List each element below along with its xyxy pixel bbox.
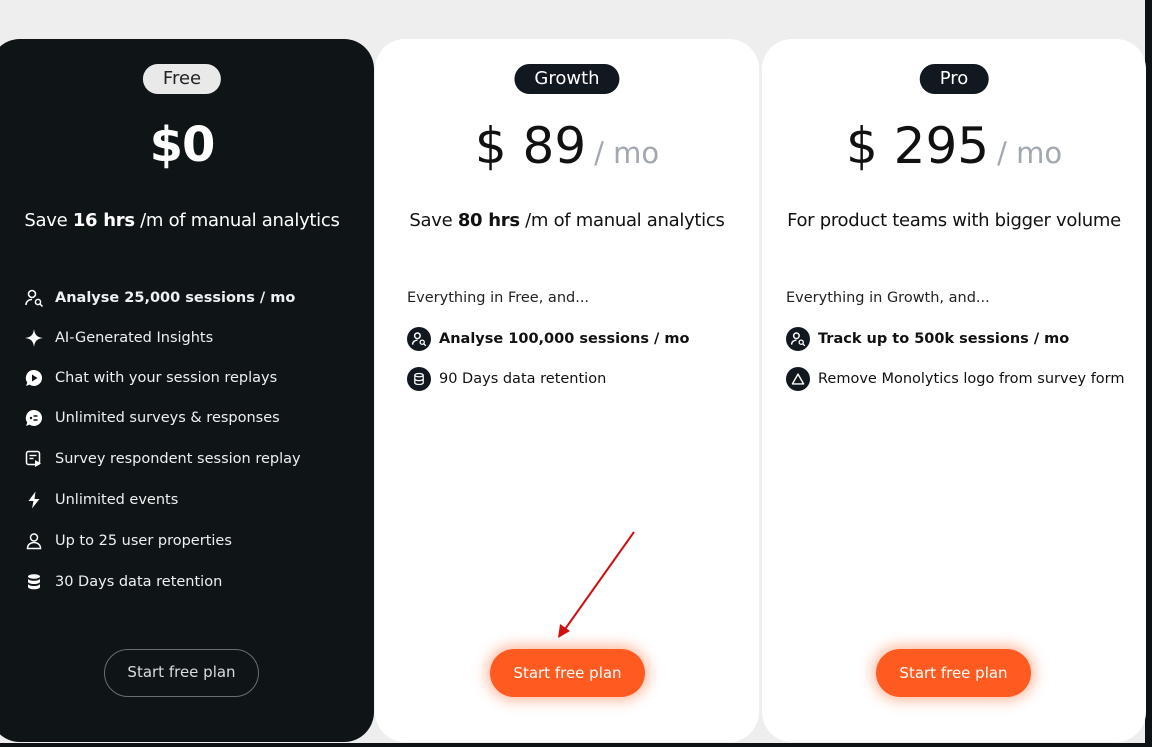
database-icon bbox=[407, 367, 431, 391]
feature-item: Track up to 500k sessions / mo bbox=[786, 327, 1069, 351]
user-icon bbox=[24, 531, 44, 551]
feature-item: Unlimited events bbox=[24, 490, 178, 510]
feature-item: 30 Days data retention bbox=[24, 572, 222, 592]
start-free-plan-button[interactable]: Start free plan bbox=[104, 649, 259, 697]
feature-item: Unlimited surveys & responses bbox=[24, 408, 280, 428]
feature-item: Remove Monolytics logo from survey form bbox=[786, 367, 1125, 391]
user-search-icon bbox=[407, 327, 431, 351]
plan-tagline: For product teams with bigger volume bbox=[787, 210, 1121, 231]
chat-bubble-icon bbox=[24, 408, 44, 428]
plan-badge: Free bbox=[142, 64, 222, 94]
window-edge bbox=[1145, 0, 1152, 747]
feature-item: Survey respondent session replay bbox=[24, 449, 301, 469]
plan-price: $0 bbox=[0, 117, 374, 173]
price-amount: $ 295 bbox=[845, 117, 990, 175]
window-edge-bottom bbox=[0, 743, 1152, 747]
plan-price: $ 295/ mo bbox=[762, 117, 1146, 175]
price-amount: $ 89 bbox=[474, 117, 587, 175]
plan-tagline: Save 80 hrs /m of manual analytics bbox=[409, 210, 725, 231]
plan-price: $ 89/ mo bbox=[375, 117, 759, 175]
plan-badge: Pro bbox=[919, 64, 989, 94]
plan-card-free: Free $0 Save 16 hrs /m of manual analyti… bbox=[0, 39, 374, 742]
user-search-icon bbox=[24, 288, 44, 308]
replay-form-icon bbox=[24, 449, 44, 469]
user-search-icon bbox=[786, 327, 810, 351]
database-icon bbox=[24, 572, 44, 592]
play-chat-icon bbox=[24, 368, 44, 388]
price-amount: $0 bbox=[149, 117, 216, 173]
plan-card-growth: Growth $ 89/ mo Save 80 hrs /m of manual… bbox=[375, 39, 759, 742]
lightning-icon bbox=[24, 490, 44, 510]
feature-item: AI-Generated Insights bbox=[24, 328, 213, 348]
price-period: / mo bbox=[594, 136, 660, 170]
feature-item: Analyse 25,000 sessions / mo bbox=[24, 288, 295, 308]
plan-card-pro: Pro $ 295/ mo For product teams with big… bbox=[762, 39, 1146, 742]
feature-item: Analyse 100,000 sessions / mo bbox=[407, 327, 689, 351]
feature-item: Chat with your session replays bbox=[24, 368, 277, 388]
start-free-plan-button[interactable]: Start free plan bbox=[490, 649, 645, 697]
sparkle-icon bbox=[24, 328, 44, 348]
triangle-icon bbox=[786, 367, 810, 391]
feature-item: Up to 25 user properties bbox=[24, 531, 232, 551]
plan-intro: Everything in Growth, and... bbox=[786, 290, 990, 306]
plan-tagline: Save 16 hrs /m of manual analytics bbox=[24, 210, 340, 231]
feature-item: 90 Days data retention bbox=[407, 367, 606, 391]
start-free-plan-button[interactable]: Start free plan bbox=[876, 649, 1031, 697]
plan-intro: Everything in Free, and... bbox=[407, 290, 590, 306]
price-period: / mo bbox=[997, 136, 1063, 170]
plan-badge: Growth bbox=[514, 64, 620, 94]
